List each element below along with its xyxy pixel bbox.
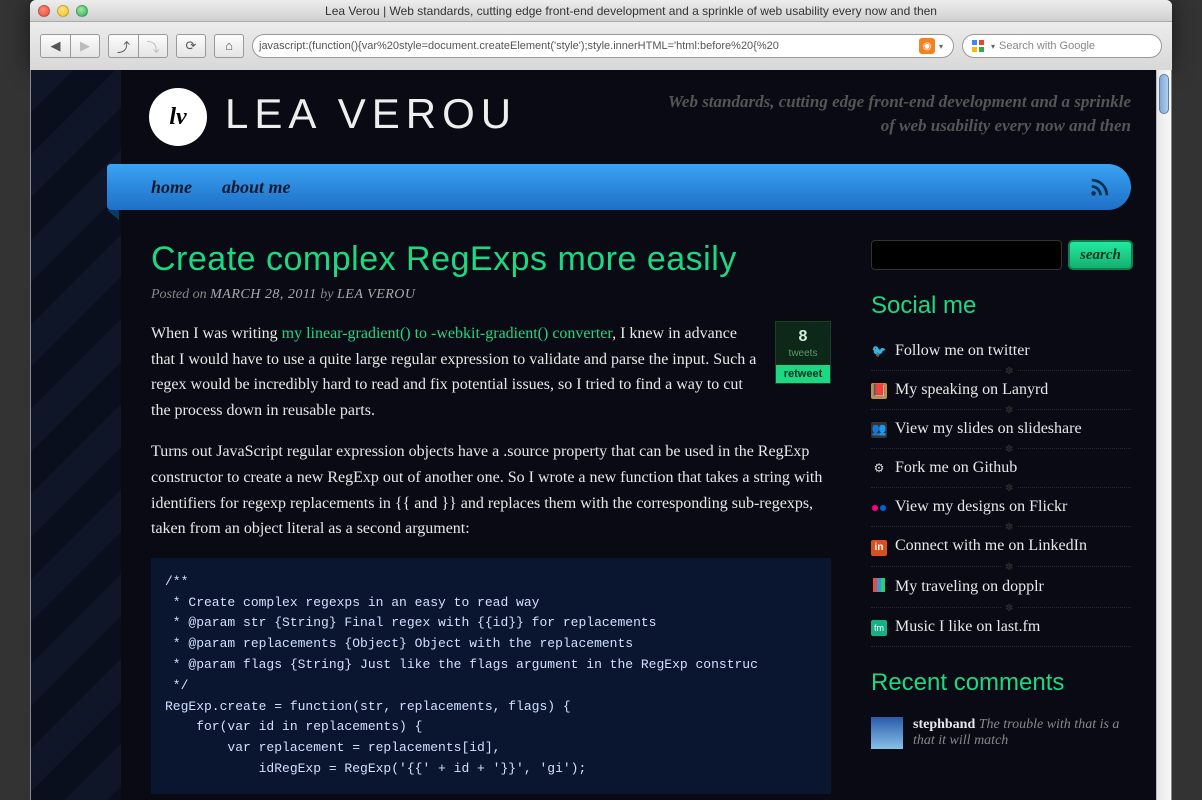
social-label: View my designs on Flickr	[895, 498, 1067, 516]
social-item: 📕 My speaking on Lanyrd	[871, 371, 1131, 410]
search-button[interactable]: search	[1068, 240, 1133, 270]
lastfm-icon: fm	[871, 618, 887, 636]
zoom-window-button[interactable]	[76, 5, 88, 17]
home-button[interactable]: ⌂	[214, 34, 244, 58]
social-label: Music I like on last.fm	[895, 618, 1040, 636]
google-icon	[971, 39, 985, 53]
post-link-converter[interactable]: my linear-gradient() to -webkit-gradient…	[282, 325, 612, 342]
nav-home[interactable]: home	[151, 177, 192, 198]
scrollbar-track[interactable]	[1156, 70, 1171, 800]
site-tagline: Web standards, cutting edge front-end de…	[651, 90, 1131, 138]
url-text: javascript:(function(){var%20style=docum…	[259, 40, 779, 52]
tweet-count: 8	[776, 322, 830, 348]
search-engine-dropdown-icon[interactable]: ▾	[991, 42, 995, 51]
code-block: /** * Create complex regexps in an easy …	[151, 558, 831, 794]
search-form: search	[871, 240, 1131, 270]
flickr-icon	[871, 498, 887, 516]
social-link-slideshare[interactable]: 👥 View my slides on slideshare	[871, 420, 1131, 438]
social-item: View my designs on Flickr	[871, 488, 1131, 527]
social-widget-title: Social me	[871, 292, 1131, 320]
social-item: 👥 View my slides on slideshare	[871, 410, 1131, 449]
social-item: fm Music I like on last.fm	[871, 608, 1131, 647]
search-input[interactable]	[871, 240, 1062, 270]
social-label: My traveling on dopplr	[895, 578, 1044, 596]
tweet-box: 8 tweets retweet	[775, 321, 831, 384]
slideshare-icon: 👥	[871, 420, 887, 438]
comment-author: stephband	[913, 717, 975, 732]
post-date: MARCH 28, 2011	[210, 287, 317, 302]
url-bar[interactable]: javascript:(function(){var%20style=docum…	[252, 34, 954, 58]
browser-search-field[interactable]: ▾ Search with Google	[962, 34, 1162, 58]
posted-on-label: Posted on	[151, 287, 207, 302]
retweet-button[interactable]: retweet	[776, 365, 830, 383]
traffic-lights	[38, 5, 88, 17]
social-item: 🐦 Follow me on twitter	[871, 332, 1131, 371]
social-link-flickr[interactable]: View my designs on Flickr	[871, 498, 1131, 516]
url-dropdown-icon[interactable]: ▾	[939, 42, 943, 51]
social-label: View my slides on slideshare	[895, 420, 1082, 438]
close-window-button[interactable]	[38, 5, 50, 17]
social-link-github[interactable]: ⚙ Fork me on Github	[871, 459, 1131, 477]
social-list: 🐦 Follow me on twitter 📕 My speaking on Lan…	[871, 332, 1131, 647]
github-icon: ⚙	[871, 459, 887, 477]
post-body: 8 tweets retweet When I was writing my l…	[151, 321, 831, 794]
avatar	[871, 717, 903, 749]
social-link-lanyrd[interactable]: 📕 My speaking on Lanyrd	[871, 381, 1131, 399]
comments-widget-title: Recent comments	[871, 669, 1131, 697]
rss-icon[interactable]	[1089, 176, 1111, 198]
rss-feed-icon[interactable]: ◉	[919, 38, 935, 54]
scrollbar-thumb[interactable]	[1159, 74, 1169, 114]
site-header: lv LEA VEROU Web standards, cutting edge…	[151, 90, 1131, 144]
comments-list: stephband The trouble with that is a tha…	[871, 709, 1131, 757]
site-logo[interactable]: lv	[151, 90, 205, 144]
reload-button[interactable]: ⟳	[176, 34, 206, 58]
social-label: Connect with me on LinkedIn	[895, 537, 1087, 555]
post-paragraph: Turns out JavaScript regular expression …	[151, 439, 831, 541]
titlebar: Lea Verou | Web standards, cutting edge …	[30, 0, 1172, 22]
nav-about[interactable]: about me	[222, 177, 291, 198]
back-button[interactable]: ◀	[40, 34, 70, 58]
dopplr-icon	[871, 577, 887, 597]
forward-button[interactable]: ▶	[70, 34, 100, 58]
browser-chrome: Lea Verou | Web standards, cutting edge …	[30, 0, 1172, 70]
social-label: My speaking on Lanyrd	[895, 381, 1048, 399]
twitter-icon: 🐦	[871, 342, 887, 360]
main-content: Create complex RegExps more easily Poste…	[151, 240, 831, 794]
social-label: Fork me on Github	[895, 459, 1017, 477]
window-title: Lea Verou | Web standards, cutting edge …	[98, 4, 1164, 18]
comment-item[interactable]: stephband The trouble with that is a tha…	[871, 709, 1131, 757]
search-placeholder: Search with Google	[999, 40, 1095, 52]
linkedin-icon: in	[871, 537, 887, 556]
tweet-label: tweets	[776, 348, 830, 365]
page-viewport: lv LEA VEROU Web standards, cutting edge…	[30, 70, 1172, 800]
social-link-dopplr[interactable]: My traveling on dopplr	[871, 577, 1131, 597]
social-link-twitter[interactable]: 🐦 Follow me on twitter	[871, 342, 1131, 360]
post-title[interactable]: Create complex RegExps more easily	[151, 240, 831, 279]
logo-text: lv	[169, 104, 186, 131]
social-item: My traveling on dopplr	[871, 567, 1131, 608]
main-nav: home about me	[107, 164, 1131, 210]
site-title[interactable]: LEA VEROU	[225, 90, 517, 138]
post-author[interactable]: LEA VEROU	[337, 287, 416, 302]
post-paragraph: When I was writing my linear-gradient() …	[151, 321, 831, 423]
social-link-linkedin[interactable]: in Connect with me on LinkedIn	[871, 537, 1131, 556]
last-tab-back-button[interactable]: ⤴	[108, 34, 138, 58]
last-tab-forward-button[interactable]: ⤵	[138, 34, 168, 58]
comment-text: stephband The trouble with that is a tha…	[913, 717, 1131, 749]
post-meta: Posted on MARCH 28, 2011 by LEA VEROU	[151, 287, 831, 303]
by-label: by	[320, 287, 333, 302]
browser-toolbar: ◀ ▶ ⤴ ⤵ ⟳ ⌂ javascript:(function(){var%2…	[30, 22, 1172, 70]
sidebar: search Social me 🐦 Follow me on twitter 📕 M…	[871, 240, 1131, 794]
social-item: ⚙ Fork me on Github	[871, 449, 1131, 488]
lanyrd-icon: 📕	[871, 381, 887, 399]
social-link-lastfm[interactable]: fm Music I like on last.fm	[871, 618, 1131, 636]
social-item: in Connect with me on LinkedIn	[871, 527, 1131, 567]
minimize-window-button[interactable]	[57, 5, 69, 17]
social-label: Follow me on twitter	[895, 342, 1030, 360]
